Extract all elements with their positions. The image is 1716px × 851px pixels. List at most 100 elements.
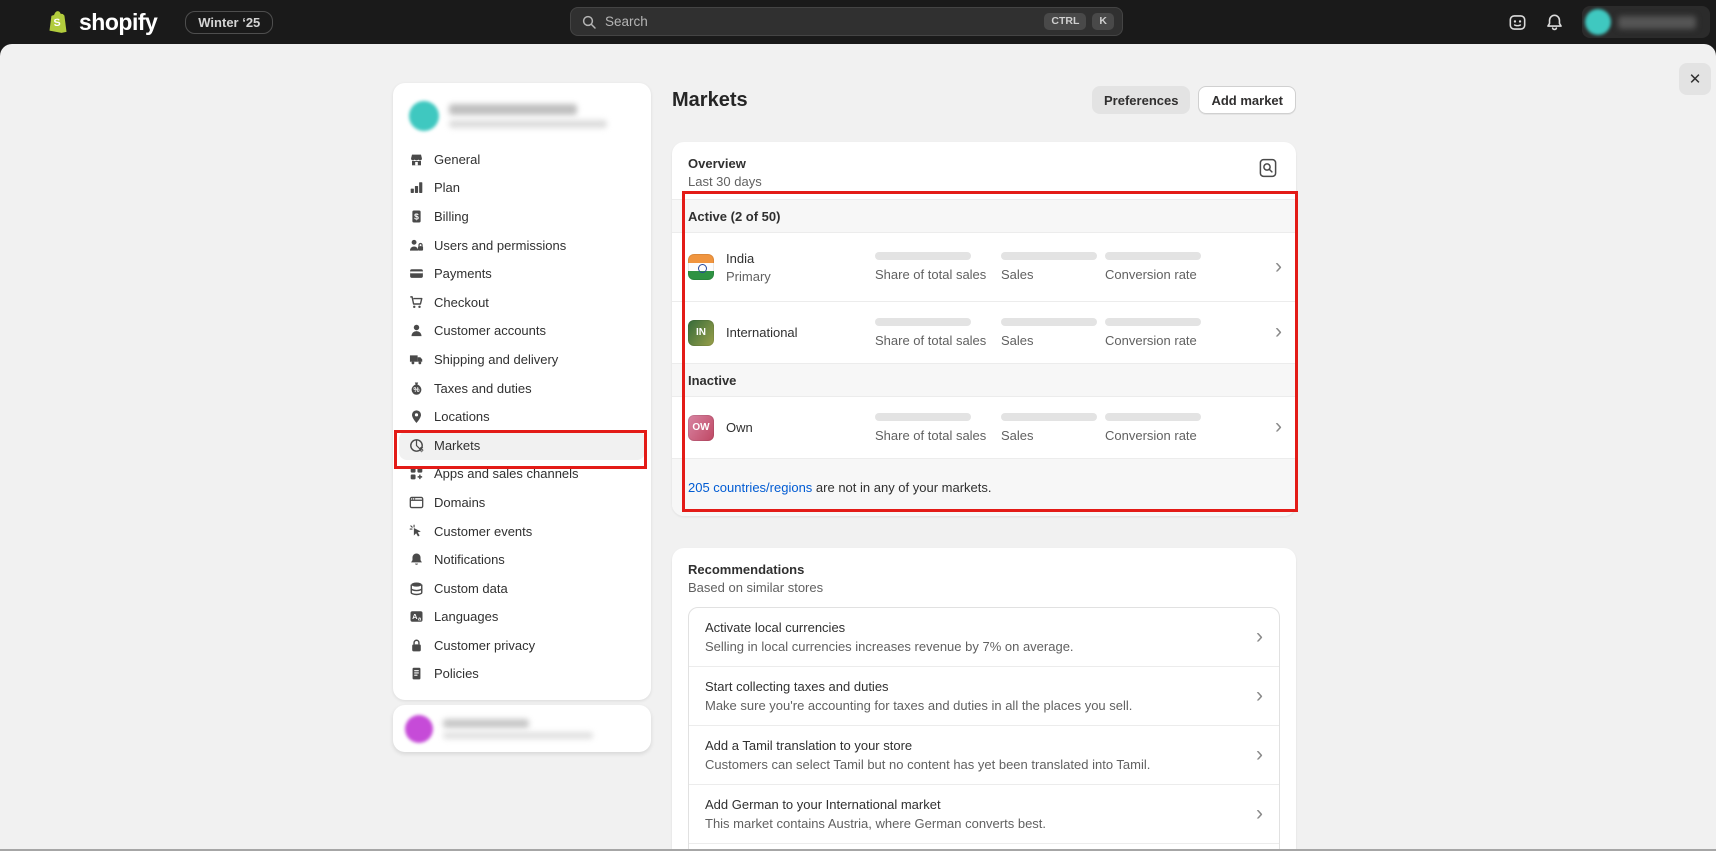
market-stats: Share of total sales Sales Conversion ra… — [875, 318, 1225, 348]
recommendation-activate-local-currencies[interactable]: Activate local currencies Selling in loc… — [689, 608, 1279, 666]
recommendations-card: Recommendations Based on similar stores … — [672, 548, 1296, 851]
chevron-right-icon: › — [1275, 259, 1282, 276]
market-name: Own — [726, 420, 753, 435]
k-key-badge: K — [1092, 13, 1114, 30]
shopify-logo[interactable]: S shopify — [46, 9, 157, 36]
sidebar-item-taxes-and-duties[interactable]: % Taxes and duties — [399, 374, 645, 403]
database-icon — [409, 581, 424, 596]
apps-icon — [409, 466, 424, 481]
svg-text:%: % — [413, 386, 420, 393]
market-stats: Share of total sales Sales Conversion ra… — [875, 413, 1225, 443]
markets-globe-icon: $ — [409, 438, 424, 453]
payments-icon — [409, 266, 424, 281]
active-section-header: Active (2 of 50) — [672, 199, 1296, 233]
sidebar-item-customer-privacy[interactable]: Customer privacy — [399, 631, 645, 660]
sidebar-item-billing[interactable]: $ Billing — [399, 202, 645, 231]
store-avatar — [1585, 9, 1611, 35]
stat-bar — [875, 252, 971, 260]
market-name: India — [726, 251, 771, 266]
sidebar-item-notifications[interactable]: Notifications — [399, 545, 645, 574]
international-market-icon: IN — [688, 320, 714, 346]
person-icon — [409, 323, 424, 338]
sidebar-item-custom-data[interactable]: Custom data — [399, 574, 645, 603]
preferences-button[interactable]: Preferences — [1092, 86, 1190, 114]
users-icon — [409, 238, 424, 253]
store-avatar — [409, 101, 439, 131]
stat-bar — [875, 318, 971, 326]
market-subtitle: Primary — [726, 269, 771, 284]
sidebar-item-markets[interactable]: $ Markets — [399, 431, 645, 460]
sidebar-item-domains[interactable]: Domains — [399, 488, 645, 517]
recommendation-collect-taxes-duties[interactable]: Start collecting taxes and duties Make s… — [689, 666, 1279, 725]
stat-bar — [1001, 252, 1097, 260]
location-pin-icon — [409, 409, 424, 424]
release-badge: Winter ‘25 — [185, 11, 273, 34]
sidebar-item-locations[interactable]: Locations — [399, 402, 645, 431]
chevron-right-icon: › — [1256, 806, 1263, 823]
customer-events-icon — [409, 524, 424, 539]
recommendations-list: Activate local currencies Selling in loc… — [688, 607, 1280, 851]
chevron-right-icon: › — [1256, 629, 1263, 646]
overview-title: Overview — [688, 156, 762, 171]
search-icon — [581, 14, 597, 30]
own-market-icon: OW — [688, 415, 714, 441]
india-flag-icon — [688, 254, 714, 280]
sidebar-item-languages[interactable]: Aa Languages — [399, 603, 645, 632]
recommendations-subtitle: Based on similar stores — [688, 580, 823, 595]
recommendations-title: Recommendations — [688, 562, 823, 577]
stat-bar — [1105, 252, 1201, 260]
redacted-user-info — [443, 719, 593, 739]
report-icon — [1258, 158, 1278, 178]
stat-bar — [1001, 413, 1097, 421]
sidekick-icon — [1508, 13, 1527, 32]
sidebar-item-policies[interactable]: Policies — [399, 660, 645, 689]
notifications-button[interactable] — [1545, 13, 1564, 32]
search-input[interactable] — [605, 14, 1038, 29]
truck-icon — [409, 352, 424, 367]
stat-bar — [875, 413, 971, 421]
account-card[interactable] — [393, 705, 651, 752]
billing-icon: $ — [409, 209, 424, 224]
sidebar-item-checkout[interactable]: Checkout — [399, 288, 645, 317]
overview-card: Overview Last 30 days Active (2 of 50) — [672, 142, 1296, 516]
recommendation-add-german[interactable]: Add German to your International market … — [689, 784, 1279, 843]
sidebar-item-payments[interactable]: Payments — [399, 259, 645, 288]
sidebar-item-general[interactable]: General — [399, 145, 645, 174]
search-bar[interactable]: CTRL K — [570, 7, 1123, 36]
topbar-account-chip[interactable] — [1582, 6, 1710, 38]
sidebar-item-users-and-permissions[interactable]: Users and permissions — [399, 231, 645, 260]
overview-footer: 205 countries/regions are not in any of … — [672, 458, 1296, 516]
store-icon — [409, 152, 424, 167]
close-button[interactable]: ✕ — [1679, 63, 1711, 95]
countries-regions-link[interactable]: 205 countries/regions — [688, 480, 812, 495]
shopify-bag-icon: S — [46, 9, 70, 35]
taxes-icon: % — [409, 381, 424, 396]
redacted-store-info — [449, 104, 607, 128]
svg-text:$: $ — [414, 211, 419, 221]
stat-bar — [1001, 318, 1097, 326]
sidebar-item-shipping-and-delivery[interactable]: Shipping and delivery — [399, 345, 645, 374]
recommendation-tamil-translation[interactable]: Add a Tamil translation to your store Cu… — [689, 725, 1279, 784]
chevron-right-icon: › — [1275, 419, 1282, 436]
plan-icon — [409, 180, 424, 195]
cart-icon — [409, 295, 424, 310]
lock-icon — [409, 638, 424, 653]
sidebar-item-customer-accounts[interactable]: Customer accounts — [399, 317, 645, 346]
market-row-international[interactable]: IN International Share of total sales Sa… — [672, 301, 1296, 363]
sidebar-item-customer-events[interactable]: Customer events — [399, 517, 645, 546]
topbar: S shopify Winter ‘25 CTRL K — [0, 0, 1716, 44]
bell-icon — [409, 552, 424, 567]
market-row-own[interactable]: OW Own Share of total sales Sales Conver… — [672, 397, 1296, 458]
stat-bar — [1105, 413, 1201, 421]
view-report-button[interactable] — [1256, 156, 1280, 183]
chevron-right-icon: › — [1275, 324, 1282, 341]
sidebar-item-plan[interactable]: Plan — [399, 174, 645, 203]
sidekick-button[interactable] — [1508, 13, 1527, 32]
page-header: Markets Preferences Add market — [672, 78, 1296, 122]
ctrl-key-badge: CTRL — [1044, 13, 1086, 30]
add-market-button[interactable]: Add market — [1198, 86, 1296, 114]
market-row-india[interactable]: India Primary Share of total sales Sales… — [672, 233, 1296, 301]
sidebar-item-apps-and-sales-channels[interactable]: Apps and sales channels — [399, 460, 645, 489]
page-title: Markets — [672, 89, 748, 112]
store-switcher[interactable] — [399, 91, 645, 145]
